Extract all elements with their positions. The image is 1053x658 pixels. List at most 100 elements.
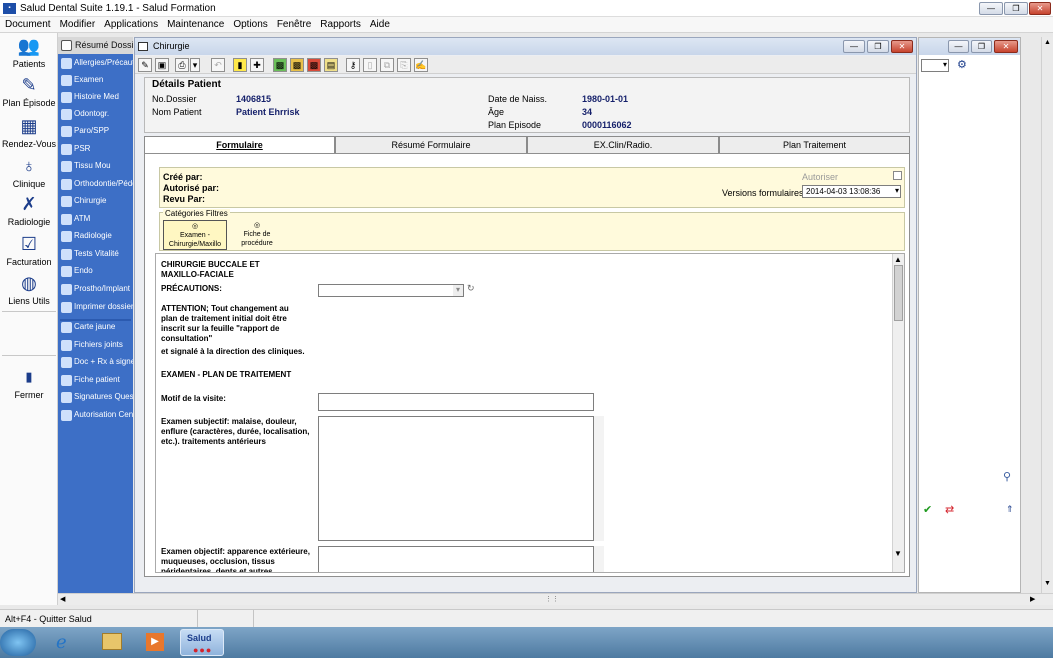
scroll-thumb[interactable] <box>894 265 903 321</box>
autoriser-checkbox[interactable] <box>893 171 902 180</box>
objectif-scrollbar[interactable] <box>594 546 604 572</box>
menu-applications[interactable]: Applications <box>99 17 162 30</box>
tools-icon[interactable]: ⚙ <box>957 58 967 71</box>
main-horizontal-scrollbar[interactable]: ◀ ⋮⋮ ▶ <box>58 593 1053 605</box>
close-button[interactable]: ✕ <box>1029 2 1051 15</box>
nav-item[interactable]: Odontogr. <box>58 106 133 123</box>
print-icon[interactable]: ⎙ <box>175 58 189 72</box>
nav-item[interactable]: Doc + Rx à signer <box>58 354 133 371</box>
copy-icon[interactable]: ⧉ <box>380 58 394 72</box>
child-restore-button[interactable]: ❐ <box>867 40 889 53</box>
taskbar-salud[interactable]: Salud ●●● <box>180 629 224 656</box>
menu-modifier[interactable]: Modifier <box>55 17 100 30</box>
nav-item[interactable]: Chirurgie <box>58 193 133 210</box>
menu-fenetre[interactable]: Fenêtre <box>272 17 315 30</box>
scroll-down-icon[interactable]: ▼ <box>1044 580 1051 587</box>
child-close-button[interactable]: ✕ <box>891 40 913 53</box>
scroll-left-icon[interactable]: ◀ <box>60 595 65 603</box>
left-bar-plan-episode[interactable]: ✎ Plan Épisode <box>0 74 58 108</box>
right-close-button[interactable]: ✕ <box>994 40 1018 53</box>
scroll-down-icon[interactable]: ▼ <box>894 549 902 558</box>
check-icon[interactable]: ✔ <box>923 503 932 516</box>
nav-item[interactable]: Tests Vitalité <box>58 246 133 263</box>
new-doc-icon[interactable]: ▯ <box>363 58 377 72</box>
child-minimize-button[interactable]: — <box>843 40 865 53</box>
motif-input[interactable] <box>318 393 594 411</box>
collapse-icon[interactable]: ⇑ <box>1006 504 1014 515</box>
precautions-select[interactable]: ▾ <box>318 284 464 297</box>
right-restore-button[interactable]: ❐ <box>971 40 992 53</box>
swap-icon[interactable]: ⇄ <box>945 503 954 516</box>
nav-item[interactable]: Tissu Mou <box>58 158 133 175</box>
nav-item[interactable]: Examen <box>58 72 133 89</box>
export-icon[interactable]: ▩ <box>273 58 287 72</box>
minimize-button[interactable]: — <box>979 2 1003 15</box>
tab-formulaire[interactable]: Formulaire <box>144 136 335 153</box>
refresh-icon[interactable]: ↻ <box>467 283 475 294</box>
subjectif-textarea[interactable] <box>318 416 594 541</box>
note-icon[interactable]: ▮ <box>233 58 247 72</box>
nav-panel-header[interactable]: Résumé Dossier <box>58 37 133 54</box>
list-icon[interactable]: ▤ <box>324 58 338 72</box>
right-select[interactable]: ▾ <box>921 59 949 72</box>
nav-item[interactable]: Orthodontie/Pédo <box>58 176 133 193</box>
save-icon[interactable]: ▣ <box>155 58 169 72</box>
chart-icon[interactable]: ▩ <box>290 58 304 72</box>
key-icon[interactable]: ⚷ <box>346 58 360 72</box>
menu-maintenance[interactable]: Maintenance <box>162 17 228 30</box>
taskbar-browser[interactable]: ℯ <box>46 629 90 656</box>
nav-item[interactable]: Radiologie <box>58 228 133 245</box>
subjectif-scrollbar[interactable] <box>594 416 604 541</box>
left-bar-rendez-vous[interactable]: ▦ Rendez-Vous <box>0 115 58 149</box>
left-bar-radiologie[interactable]: ✗ Radiologie <box>0 193 58 227</box>
search-icon[interactable]: ⚲ <box>1003 470 1011 483</box>
tab-ex-clin-radio[interactable]: EX.Clin/Radio. <box>527 136 719 153</box>
menu-document[interactable]: Document <box>0 17 55 30</box>
taskbar-media[interactable]: ▶ <box>134 629 178 656</box>
nav-item[interactable]: Fiche patient <box>58 372 133 389</box>
nav-item[interactable]: Paro/SPP <box>58 123 133 140</box>
taskbar-explorer[interactable] <box>90 629 134 656</box>
nav-item[interactable]: Imprimer dossier <box>58 299 133 316</box>
scroll-up-icon[interactable]: ▲ <box>894 255 902 264</box>
paste-icon[interactable]: ⎘ <box>397 58 411 72</box>
left-bar-clinique[interactable]: ♁ Clinique <box>0 155 58 189</box>
print-dropdown-icon[interactable]: ▾ <box>190 58 200 72</box>
nav-item[interactable]: Histoire Med <box>58 89 133 106</box>
nav-item[interactable]: Fichiers joints <box>58 337 133 354</box>
menu-aide[interactable]: Aide <box>365 17 394 30</box>
form-scroll-panel[interactable]: CHIRURGIE BUCCALE ET MAXILLO-FACIALE PRÉ… <box>155 253 905 573</box>
nav-item[interactable]: Carte jaune <box>58 319 133 336</box>
right-minimize-button[interactable]: — <box>948 40 969 53</box>
version-select[interactable]: 2014-04-03 13:08:36 ▾ <box>802 185 901 198</box>
tab-resume-formulaire[interactable]: Résumé Formulaire <box>335 136 527 153</box>
menu-options[interactable]: Options <box>228 17 271 30</box>
report-icon[interactable]: ▩ <box>307 58 321 72</box>
start-button[interactable] <box>0 629 36 656</box>
sign-icon[interactable]: ✍ <box>414 58 428 72</box>
scroll-grip-icon[interactable]: ⋮⋮ <box>545 595 559 603</box>
nav-item[interactable]: Prostho/Implant <box>58 281 133 298</box>
category-fiche-button[interactable]: ◎ Fiche de procédure <box>231 220 283 250</box>
form-vertical-scrollbar[interactable]: ▲ ▼ <box>892 254 904 572</box>
add-icon[interactable]: ✚ <box>250 58 264 72</box>
left-bar-liens-utils[interactable]: ◍ Liens Utils <box>0 272 58 306</box>
objectif-textarea[interactable] <box>318 546 594 572</box>
nav-item[interactable]: PSR <box>58 141 133 158</box>
tab-plan-traitement[interactable]: Plan Traitement <box>719 136 910 153</box>
undo-icon[interactable]: ↶ <box>211 58 225 72</box>
scroll-right-icon[interactable]: ▶ <box>1030 595 1035 603</box>
category-examen-button[interactable]: ◎ Examen - Chirurgie/Maxillo <box>163 220 227 250</box>
left-bar-fermer[interactable]: ▮ Fermer <box>0 366 58 400</box>
nav-item[interactable]: Autorisation Centre <box>58 407 133 424</box>
menu-rapports[interactable]: Rapports <box>315 17 365 30</box>
edit-icon[interactable]: ✎ <box>138 58 152 72</box>
left-bar-patients[interactable]: 👥 Patients <box>0 35 58 69</box>
left-bar-facturation[interactable]: ☑ Facturation <box>0 233 58 267</box>
scroll-up-icon[interactable]: ▲ <box>1044 39 1051 46</box>
maximize-button[interactable]: ❐ <box>1004 2 1028 15</box>
nav-item[interactable]: Allergies/Précautions <box>58 55 133 72</box>
nav-item[interactable]: Endo <box>58 263 133 280</box>
nav-item[interactable]: ATM <box>58 211 133 228</box>
nav-item[interactable]: Signatures Questionnaire <box>58 389 133 406</box>
